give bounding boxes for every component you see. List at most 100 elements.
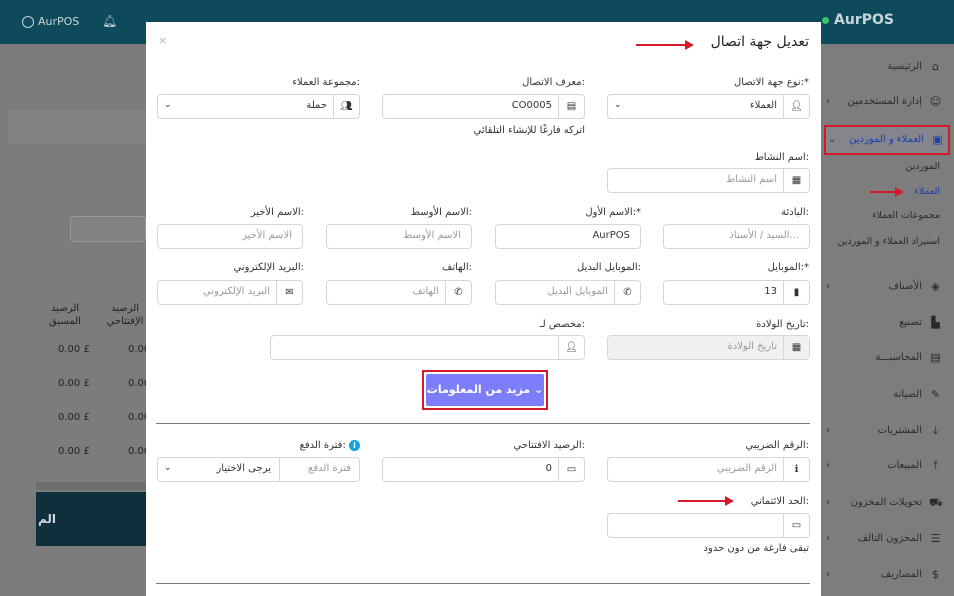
annotation-arrow — [870, 187, 904, 197]
sidebar-item-label: المصاريف — [880, 569, 922, 580]
tax-number-label: الرقم الضريبي: — [745, 440, 809, 451]
info-icon[interactable]: i — [349, 440, 360, 451]
sidebar-item-products[interactable]: ‹ ◈ الأصناف — [824, 276, 946, 298]
mobile-icon: ▮ — [783, 281, 809, 304]
sidebar-subitem-import[interactable]: استيراد العملاء و الموردين — [821, 236, 946, 247]
contact-id-input[interactable]: ▤ CO0005 — [382, 94, 585, 119]
phone-input[interactable]: ✆ الهاتف — [326, 280, 472, 305]
background-panel — [8, 110, 146, 144]
contact-id-hint: اتركه فارغًا للإنشاء التلقائي — [473, 125, 585, 136]
sidebar-item-label: الرئيسية — [887, 61, 922, 72]
sidebar-subitem-label: مجموعات العملاء — [872, 210, 940, 221]
prefix-placeholder: السيد / الأستاذ... — [729, 230, 799, 241]
email-label: البريد الإلكتروني: — [233, 262, 304, 273]
user-icon — [22, 16, 34, 28]
sidebar-item-maintenance[interactable]: ✎ الصيانة — [824, 384, 946, 406]
status-dot — [822, 16, 830, 24]
address-book-icon: ▣ — [932, 133, 943, 146]
email-placeholder: البريد الإلكتروني — [202, 286, 270, 297]
chevron-down-icon: ⌄ — [828, 134, 837, 145]
background-search — [70, 216, 146, 242]
mobile-value: 13 — [764, 286, 777, 297]
sidebar-item-home[interactable]: ⌂ الرئيسية — [824, 56, 946, 78]
phone-placeholder: الهاتف — [412, 286, 439, 297]
table-cell: 0.00 £ — [58, 344, 90, 355]
briefcase-icon: ▦ — [783, 169, 809, 192]
upload-icon: ⤒ — [933, 459, 938, 472]
divider — [156, 423, 810, 424]
business-name-label: اسم النشاط: — [754, 152, 809, 163]
sidebar-item-manufacturing[interactable]: ▙ تصنيع — [824, 312, 946, 334]
user-icon: 👤︎ — [558, 336, 584, 359]
opening-balance-input[interactable]: ▭ 0 — [382, 457, 585, 482]
sidebar-item-contacts[interactable]: ⌄ ▣ العملاء و الموردين — [824, 125, 950, 155]
pay-term-label: فترة الدفع: i — [300, 440, 360, 451]
first-name-input[interactable]: AurPOS — [495, 224, 641, 249]
brand-name: AurPOS — [834, 12, 894, 28]
chevron-down-icon: ⌄ — [534, 383, 544, 396]
tax-number-placeholder: الرقم الضريبي — [716, 463, 777, 474]
sidebar-item-label: الصيانة — [893, 389, 922, 400]
brand-logo[interactable]: AurPOS — [822, 12, 894, 28]
opening-balance-label: الرصيد الافتتاحي: — [513, 440, 585, 451]
sidebar-item-accounting[interactable]: ▤ المحاسبـــة — [824, 347, 946, 369]
sidebar-item-sales[interactable]: ‹ ⤒ المبيعات — [824, 455, 946, 477]
close-icon[interactable]: × — [158, 34, 167, 47]
edit-contact-modal: × تعديل جهة اتصال نوع جهة الاتصال:* 👤︎ ا… — [146, 22, 821, 596]
bell-icon[interactable]: 🔔︎ — [102, 14, 117, 28]
credit-limit-input[interactable]: ▭ — [607, 513, 810, 538]
alt-mobile-input[interactable]: ✆ الموبايل البديل — [495, 280, 641, 305]
first-name-label: الاسم الأول:* — [585, 207, 641, 218]
more-info-button[interactable]: مزيد من المعلومات ⌄ — [426, 374, 544, 406]
chevron-left-icon: ‹ — [826, 96, 830, 107]
phone-icon: ✆ — [445, 281, 471, 304]
phone-label: الهاتف: — [442, 262, 472, 273]
sidebar-item-purchases[interactable]: ‹ ⤓ المشتريات — [824, 420, 946, 442]
middle-name-placeholder: الاسم الأوسط — [403, 230, 461, 241]
chevron-down-icon: ⌄ — [614, 100, 622, 110]
sidebar-item-stock-adjustment[interactable]: ‹ ☰ المخزون التالف — [824, 528, 946, 550]
customer-group-label: مجموعة العملاء: — [292, 77, 360, 88]
pay-term-label-text: فترة الدفع: — [299, 440, 346, 451]
sidebar-subitem-customer-groups[interactable]: مجموعات العملاء — [872, 210, 946, 221]
chevron-left-icon: ‹ — [826, 281, 830, 292]
sidebar-item-expenses[interactable]: ‹ $ المصاريف — [824, 564, 946, 586]
dob-label: تاريخ الولادة: — [756, 319, 809, 330]
middle-name-input[interactable]: الاسم الأوسط — [326, 224, 472, 249]
sidebar-subitem-suppliers[interactable]: الموردين — [905, 161, 946, 172]
mobile-label: الموبايل:* — [767, 262, 809, 273]
industry-icon: ▙ — [931, 316, 940, 329]
sidebar-item-stock-transfers[interactable]: ‹ ⛟ تحويلات المخزون — [824, 492, 946, 514]
sidebar-item-label: المحاسبـــة — [875, 352, 922, 363]
contact-type-value: العملاء — [749, 100, 777, 111]
chevron-left-icon: ‹ — [826, 533, 830, 544]
divider — [156, 583, 810, 584]
customer-group-value: حملة — [306, 100, 327, 111]
alt-mobile-label: الموبايل البديل: — [577, 262, 641, 273]
business-name-input[interactable]: ▦ اسم النشاط — [607, 168, 810, 193]
assigned-to-label: مخصص لـ: — [539, 319, 585, 330]
dob-input[interactable]: ▦ تاريخ الولادة — [607, 335, 810, 360]
last-name-input[interactable]: الاسم الأخير — [157, 224, 303, 249]
sidebar-subitem-customers[interactable]: العملاء — [914, 186, 946, 197]
sidebar-item-label: المشتريات — [877, 425, 922, 436]
pay-term-input[interactable]: فترة الدفع — [279, 457, 360, 482]
email-input[interactable]: ✉ البريد الإلكتروني — [157, 280, 303, 305]
sidebar-item-label: تصنيع — [899, 317, 922, 328]
customer-group-select[interactable]: 👥︎ حملة ⌄ — [157, 94, 360, 119]
sidebar-item-users[interactable]: ‹ ☺ إدارة المستخدمين — [824, 91, 946, 113]
table-cell: 0.00 £ — [58, 446, 90, 457]
pay-term-unit-select[interactable]: يرجى الاختيار ⌄ — [157, 457, 279, 482]
sidebar-item-label: المبيعات — [887, 460, 922, 471]
money-bill-icon: ▭ — [783, 514, 809, 537]
assigned-to-select[interactable]: 👤︎ — [270, 335, 585, 360]
sidebar: ⌂ الرئيسية ‹ ☺ إدارة المستخدمين ⌄ ▣ العم… — [821, 44, 954, 596]
tax-number-input[interactable]: ℹ الرقم الضريبي — [607, 457, 810, 482]
modal-title: تعديل جهة اتصال — [710, 34, 809, 50]
prefix-input[interactable]: السيد / الأستاذ... — [663, 224, 810, 249]
download-icon: ⤓ — [933, 424, 938, 437]
user-menu[interactable]: AurPOS — [22, 15, 79, 28]
contact-type-select[interactable]: 👤︎ العملاء ⌄ — [607, 94, 810, 119]
mobile-input[interactable]: ▮ 13 — [663, 280, 810, 305]
wrench-icon: ✎ — [930, 388, 941, 401]
